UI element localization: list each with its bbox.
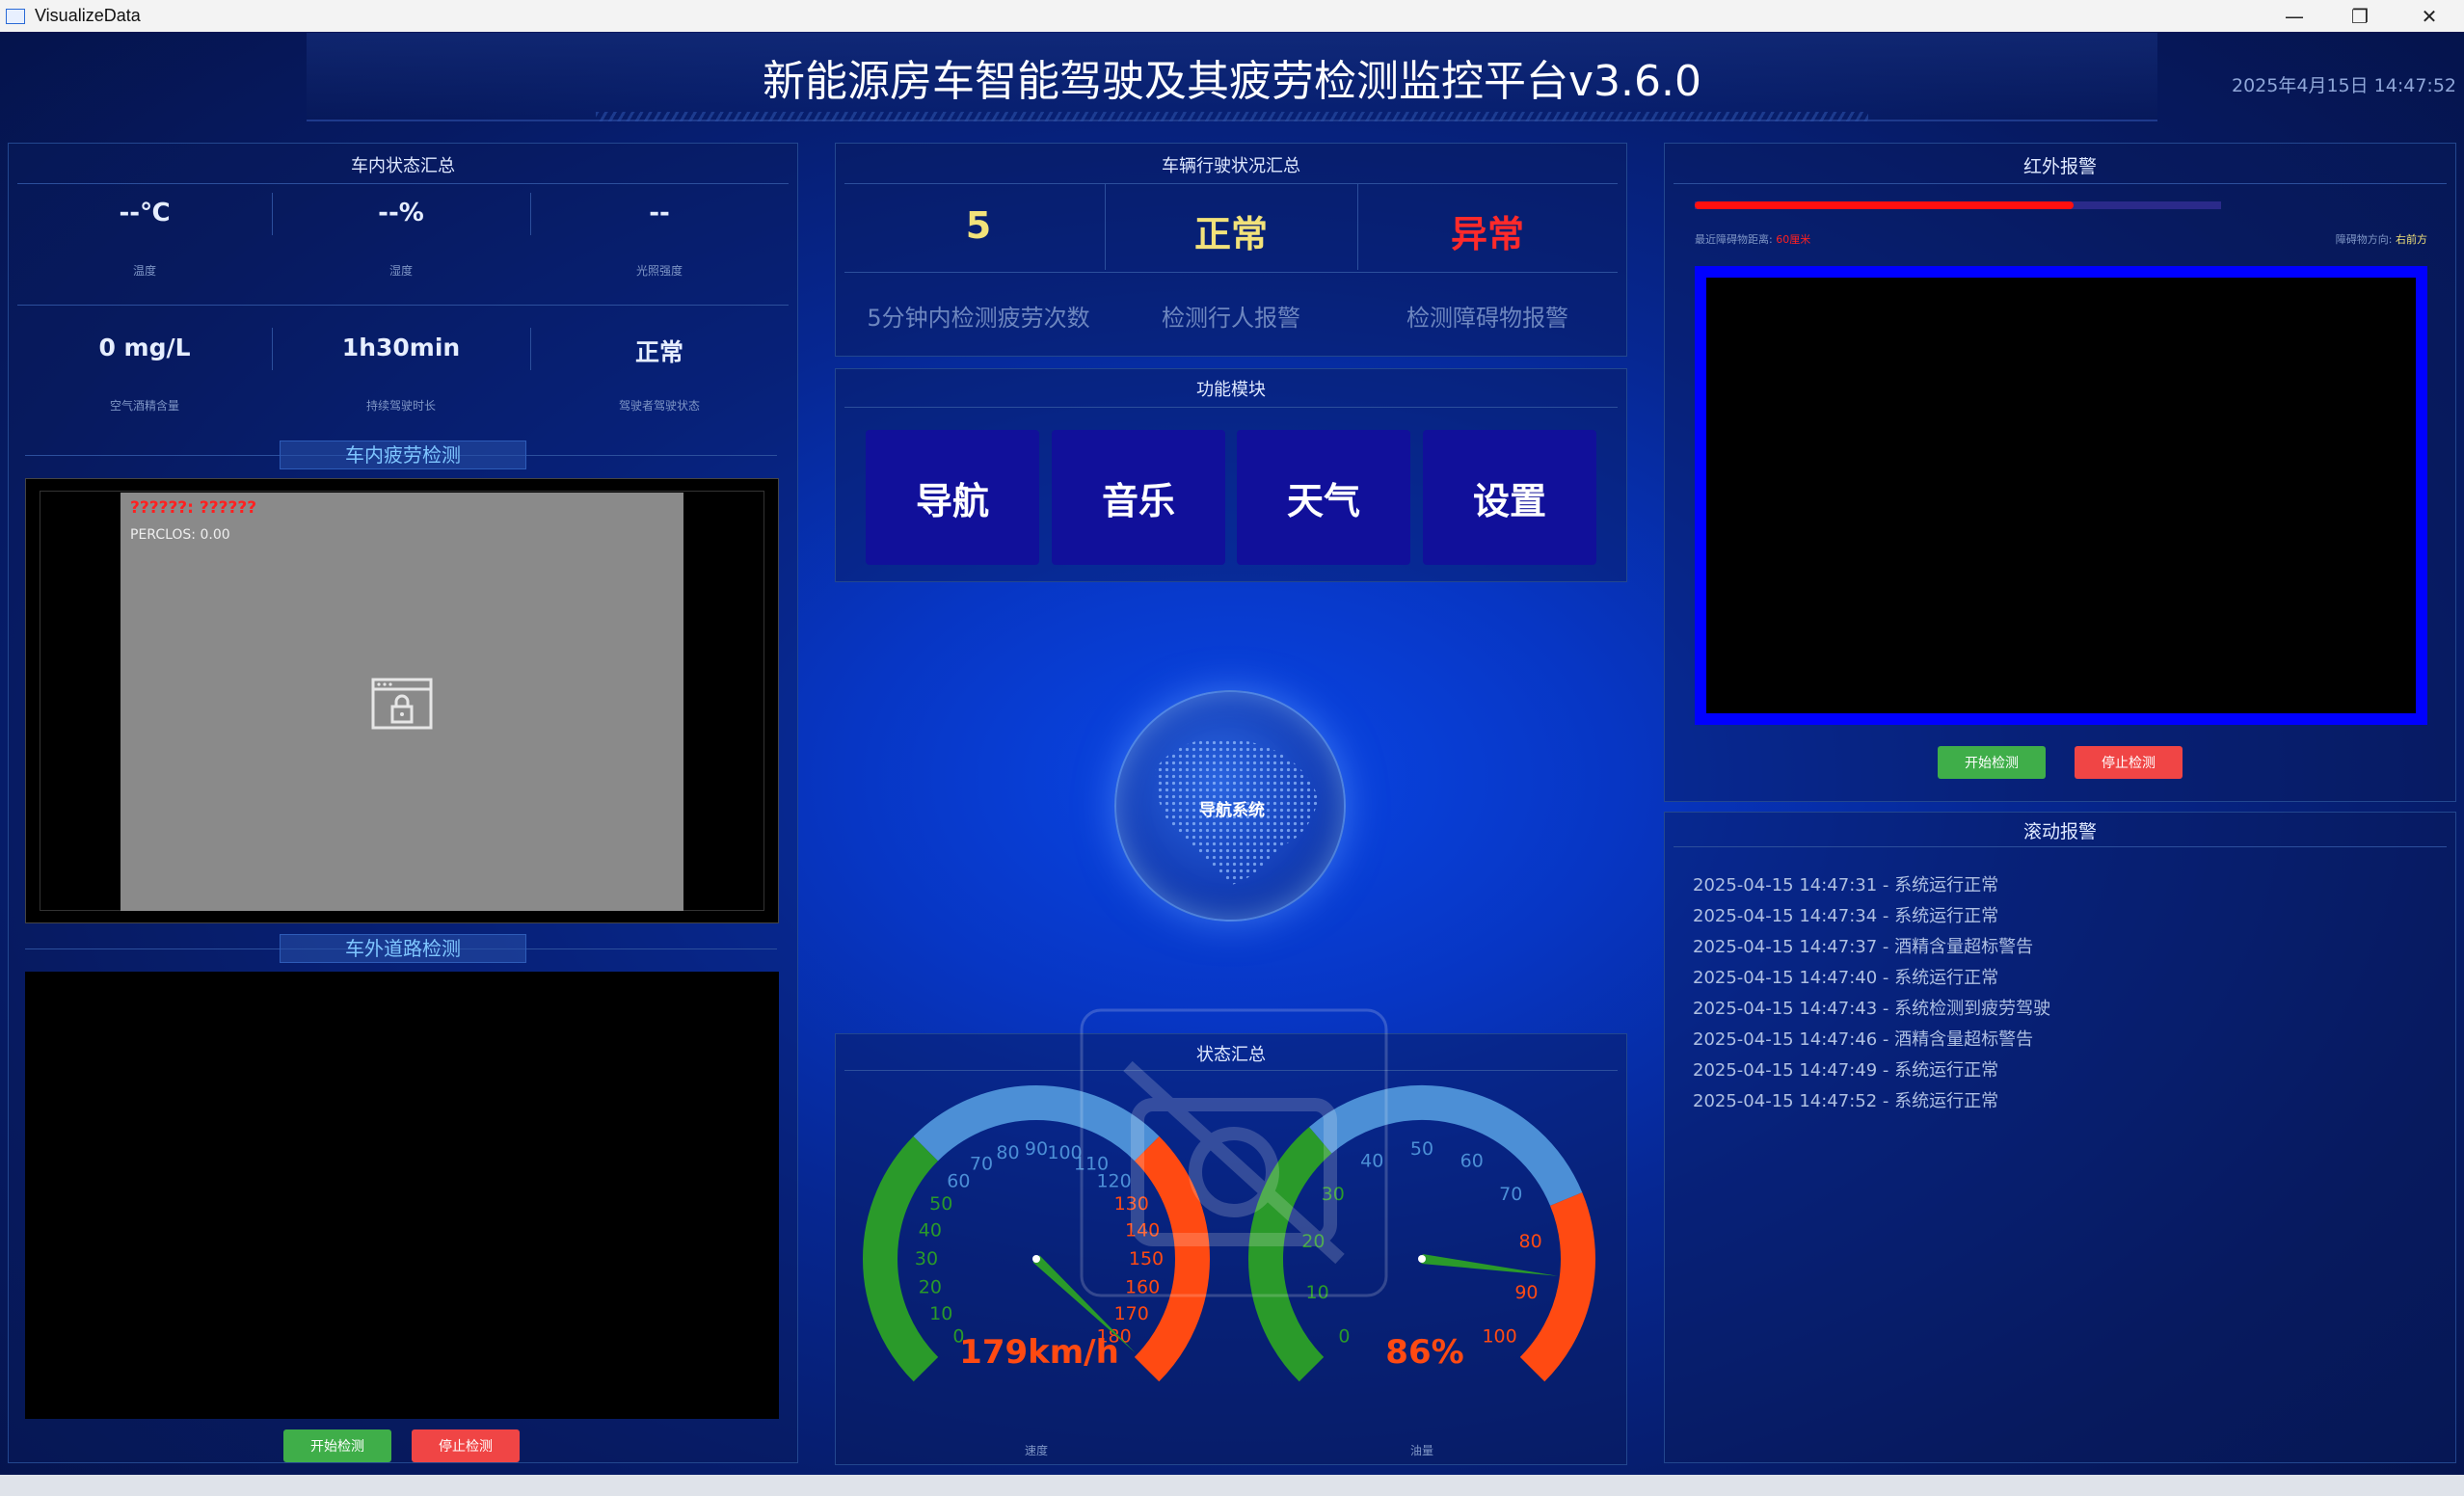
fuel-gauge-tick-label: 100 [1482,1326,1516,1348]
fuel-gauge-needle [1421,1254,1558,1276]
maximize-button[interactable]: ❐ [2331,0,2389,32]
direction-value: 右前方 [2396,233,2427,246]
alcohol-value: 0 mg/L [98,334,191,361]
alarm-log-entry: 2025-04-15 14:47:40 - 系统运行正常 [1693,968,1999,988]
alarm-log-entry: 2025-04-15 14:47:34 - 系统运行正常 [1693,906,1999,926]
window-titlebar: VisualizeData — ❐ ✕ [0,0,2464,32]
light-label: 光照强度 [635,264,683,278]
road-start-detection-button[interactable]: 开始检测 [283,1429,391,1462]
distance-bar-fill [1695,201,2075,209]
close-button[interactable]: ✕ [2400,0,2458,32]
alarm-log-entry: 2025-04-15 14:47:31 - 系统运行正常 [1693,875,1999,895]
fuel-gauge-tick-label: 70 [1499,1184,1522,1205]
fuel-gauge-tick-label: 90 [1514,1282,1538,1303]
distance-value: 60厘米 [1776,233,1811,246]
speed-gauge-tick-label: 80 [996,1142,1019,1163]
fatigue-camera-view: ??????: ?????? PERCLOS: 0.00 [25,478,779,923]
minimize-button[interactable]: — [2265,0,2323,32]
fuel-gauge-tick-label: 60 [1460,1150,1484,1171]
camera-off-icon [1080,1008,1388,1297]
speed-gauge-value-label: 179km/h [959,1333,1119,1372]
function-modules-title: 功能模块 [1196,380,1266,400]
pedestrian-alarm-label: 检测行人报警 [1162,305,1300,332]
distance-bar-track [1695,201,2221,209]
obstacle-alarm-label: 检测障碍物报警 [1406,305,1568,332]
pedestrian-alarm-value: 正常 [1193,213,1268,255]
app-icon [6,8,25,24]
temperature-value: --℃ [119,199,171,227]
speed-gauge-tick-label: 60 [947,1170,970,1191]
speed-label: 速度 [1024,1444,1048,1457]
music-button[interactable]: 音乐 [1052,430,1225,565]
direction-label: 障碍物方向: [2335,233,2393,246]
perclos-value: PERCLOS: 0.00 [130,527,230,543]
driving-duration-value: 1h30min [341,334,461,361]
road-stop-detection-button[interactable]: 停止检测 [412,1429,520,1462]
page-title: 新能源房车智能驾驶及其疲劳检测监控平台v3.6.0 [763,57,1701,106]
speed-gauge-tick-label: 90 [1025,1138,1048,1160]
fuel-gauge-tick-label: 80 [1519,1231,1542,1252]
datetime-display: 2025年4月15日 14:47:52 [2232,75,2456,96]
alarm-log-entry: 2025-04-15 14:47:43 - 系统检测到疲劳驾驶 [1693,999,2051,1019]
cabin-status-title: 车内状态汇总 [351,156,455,176]
speed-gauge-tick-label: 70 [970,1153,993,1174]
scroll-alarm-title: 滚动报警 [2022,821,2097,842]
driving-status-title: 车辆行驶状况汇总 [1162,156,1300,176]
navigation-globe[interactable]: 导航系统 [1114,690,1346,922]
fatigue-count-value: 5 [965,204,992,247]
speed-gauge-tick-label: 170 [1114,1303,1149,1324]
driving-duration-label: 持续驾驶时长 [365,399,436,413]
driver-state-value: 正常 [634,338,683,366]
obstacle-alarm-value: 异常 [1450,213,1524,255]
road-detection-title: 车外道路检测 [280,934,526,963]
speed-gauge-tick-label: 10 [929,1303,952,1324]
infrared-start-detection-button[interactable]: 开始检测 [1938,746,2046,779]
fatigue-count-label: 5分钟内检测疲劳次数 [867,305,1090,332]
alarm-log-entry: 2025-04-15 14:47:52 - 系统运行正常 [1693,1091,1999,1111]
alcohol-label: 空气酒精含量 [109,399,179,413]
light-value: -- [649,199,670,227]
infrared-view [1706,278,2416,713]
infrared-alarm-title: 红外报警 [2022,156,2097,177]
temperature-label: 温度 [132,264,156,278]
driver-state-label: 驾驶者驾驶状态 [618,399,700,413]
speed-gauge-tick-label: 30 [915,1248,938,1269]
settings-button[interactable]: 设置 [1423,430,1596,565]
humidity-value: --% [378,199,424,227]
fatigue-detection-title: 车内疲劳检测 [280,441,526,469]
alarm-log-entry: 2025-04-15 14:47:46 - 酒精含量超标警告 [1693,1029,2034,1050]
distance-label: 最近障碍物距离: [1695,233,1773,246]
fatigue-status-text: ??????: ?????? [130,498,257,518]
alarm-log-entry: 2025-04-15 14:47:49 - 系统运行正常 [1693,1060,1999,1081]
weather-button[interactable]: 天气 [1237,430,1410,565]
fuel-gauge-arc-band [1519,1192,1595,1382]
alarm-log-entry: 2025-04-15 14:47:37 - 酒精含量超标警告 [1693,937,2034,957]
navigation-button[interactable]: 导航 [866,430,1039,565]
fuel-gauge-needle-hub [1418,1255,1426,1263]
fuel-gauge-tick-label: 0 [1338,1326,1350,1348]
navigation-system-label: 导航系统 [1199,801,1265,820]
infrared-stop-detection-button[interactable]: 停止检测 [2075,746,2183,779]
window-title: VisualizeData [35,6,141,25]
speed-gauge-tick-label: 40 [919,1219,942,1241]
locked-window-icon [371,678,433,730]
road-camera-view [25,972,779,1419]
speed-gauge-tick-label: 20 [919,1277,942,1298]
os-taskbar [0,1475,2464,1496]
speed-gauge-tick-label: 50 [929,1193,952,1215]
humidity-label: 湿度 [388,264,413,278]
infrared-view-frame [1695,266,2427,725]
fuel-gauge-value-label: 86% [1385,1333,1463,1372]
fuel-gauge-tick-label: 50 [1410,1138,1433,1160]
speed-gauge-needle-hub [1032,1255,1040,1263]
camera-placeholder: ??????: ?????? PERCLOS: 0.00 [121,493,683,911]
fuel-label: 油量 [1409,1444,1433,1457]
